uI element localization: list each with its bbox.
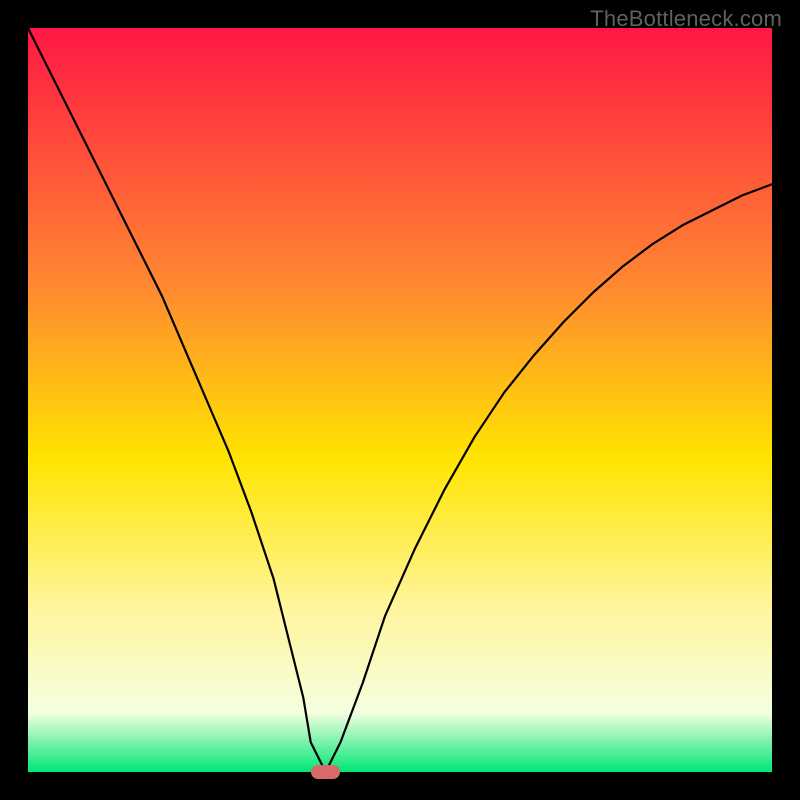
- plot-svg: [28, 28, 772, 772]
- plot-area: [28, 28, 772, 772]
- chart-frame: TheBottleneck.com: [0, 0, 800, 800]
- optimal-marker: [311, 765, 341, 779]
- gradient-background: [28, 28, 772, 772]
